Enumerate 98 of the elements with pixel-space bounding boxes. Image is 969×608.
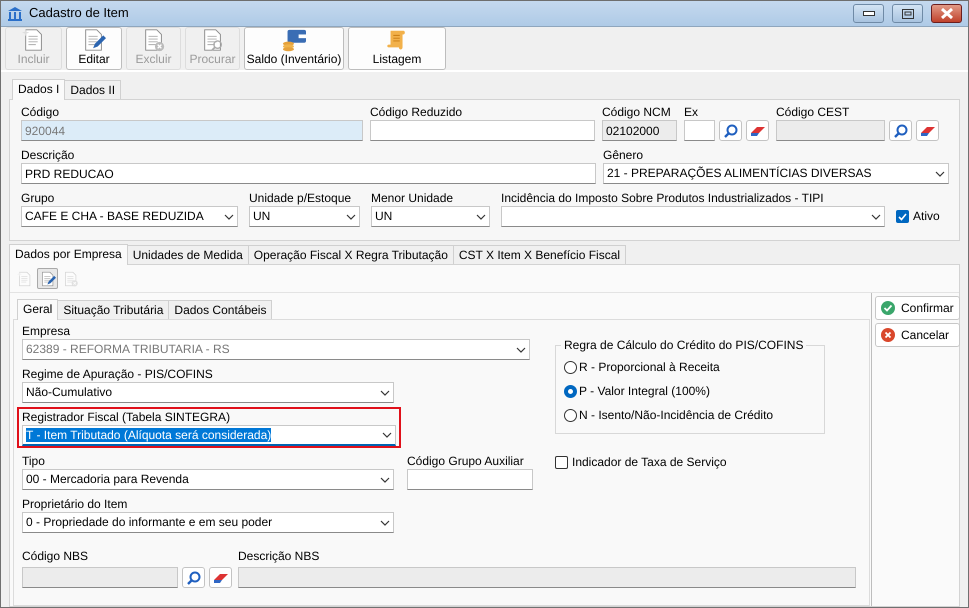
- radio-button[interactable]: [564, 384, 577, 398]
- cancel-button[interactable]: Cancelar: [875, 323, 960, 347]
- chevron-icon: [476, 214, 486, 220]
- input-field[interactable]: [684, 120, 715, 141]
- dropdown[interactable]: UN: [249, 206, 360, 227]
- maximize-button[interactable]: [892, 4, 923, 23]
- close-button[interactable]: [931, 4, 962, 23]
- search-icon: [894, 124, 908, 138]
- dropdown[interactable]: 21 - PREPARAÇÕES ALIMENTÍCIAS DIVERSAS: [603, 163, 949, 184]
- toolbar-button[interactable]: Editar: [66, 27, 122, 70]
- field-label: Registrador Fiscal (Tabela SINTEGRA): [22, 410, 232, 425]
- input-field[interactable]: 02102000: [602, 120, 677, 141]
- new-document-icon: [16, 270, 32, 286]
- eraser-icon: [212, 572, 228, 584]
- field-label: Código CEST: [776, 105, 850, 120]
- field-label: Código Grupo Auxiliar: [407, 454, 525, 469]
- field-label: Gênero: [603, 148, 644, 163]
- chevron-icon: [935, 170, 945, 176]
- chevron-icon: [516, 346, 526, 352]
- dropdown[interactable]: 00 - Mercadoria para Revenda: [22, 469, 394, 490]
- tab[interactable]: Geral: [17, 299, 58, 320]
- eraser-icon: [750, 124, 766, 136]
- search-icon: [724, 124, 738, 138]
- maximize-icon: [902, 8, 914, 18]
- window-title: Cadastro de Item: [29, 5, 130, 22]
- field-label: Código NBS: [22, 549, 90, 565]
- minimize-icon: [862, 11, 874, 16]
- radio-label: R - Proporcional à Receita: [579, 360, 720, 374]
- dropdown[interactable]: 0 - Propriedade do informante e em seu poder: [22, 512, 394, 533]
- x-circle-icon: [881, 328, 895, 342]
- clear-button[interactable]: [746, 120, 769, 141]
- tab[interactable]: Dados Contábeis: [168, 300, 272, 319]
- building-icon: [7, 6, 23, 22]
- toolbar-button[interactable]: Saldo (Inventário): [244, 27, 344, 70]
- tab[interactable]: Dados I: [12, 79, 66, 100]
- field-label: Descrição NBS: [238, 549, 320, 565]
- checkbox[interactable]: [555, 456, 568, 469]
- checkbox[interactable]: [896, 210, 909, 223]
- search-button[interactable]: [719, 120, 742, 141]
- input-field[interactable]: [407, 469, 533, 490]
- edit-document-icon: [40, 270, 56, 286]
- chevron-icon: [380, 520, 390, 526]
- radio-label: P - Valor Integral (100%): [579, 384, 710, 398]
- chevron-icon: [380, 390, 390, 396]
- chevron-icon: [224, 214, 234, 220]
- tab[interactable]: Dados II: [64, 80, 122, 99]
- field-label: Código: [21, 105, 60, 120]
- radio-label: N - Isento/Não-Incidência de Crédito: [579, 408, 774, 422]
- group-title: Regra de Cálculo do Crédito do PIS/COFINS: [563, 339, 804, 351]
- toolbar-button[interactable]: [37, 268, 58, 289]
- close-icon: [940, 8, 954, 19]
- input-field[interactable]: PRD REDUCAO: [21, 163, 596, 184]
- radio-button[interactable]: [564, 408, 577, 422]
- field-label: Código Reduzido: [370, 105, 464, 120]
- search-button[interactable]: [889, 120, 912, 141]
- tab[interactable]: Dados por Empresa: [9, 244, 128, 265]
- input-field[interactable]: [22, 567, 178, 588]
- input-field[interactable]: [776, 120, 885, 141]
- input-field[interactable]: 920044: [21, 120, 363, 141]
- checkbox-label: Indicador de Taxa de Serviço: [572, 455, 727, 470]
- dropdown[interactable]: CAFE E CHA - BASE REDUZIDA: [21, 206, 238, 227]
- chevron-icon: [346, 214, 356, 220]
- tab[interactable]: Operação Fiscal X Regra Tributação: [248, 245, 454, 264]
- dropdown[interactable]: T - Item Tributado (Alíquota será considerada): [22, 425, 396, 446]
- field-label: Código NCM: [602, 105, 672, 120]
- clear-button[interactable]: [209, 567, 232, 588]
- chevron-icon: [380, 476, 390, 482]
- field-label: Menor Unidade: [371, 191, 454, 206]
- toolbar-button[interactable]: Listagem: [348, 27, 446, 70]
- field-label: Grupo: [21, 191, 56, 206]
- delete-document-icon: [62, 270, 78, 286]
- confirm-button[interactable]: Confirmar: [875, 296, 960, 320]
- check-icon: [898, 212, 907, 220]
- chevron-icon: [382, 432, 392, 438]
- input-field[interactable]: [238, 567, 856, 588]
- chevron-icon: [871, 214, 881, 220]
- search-icon: [186, 570, 200, 584]
- tab[interactable]: CST X Item X Benefício Fiscal: [452, 245, 626, 264]
- field-label: Unidade p/Estoque: [249, 191, 352, 206]
- eraser-icon: [920, 124, 936, 136]
- field-label: Incidência do Imposto Sobre Produtos Industrializados - TIPI: [501, 191, 825, 206]
- field-label: Empresa: [22, 324, 72, 339]
- search-button[interactable]: [182, 567, 205, 588]
- dropdown[interactable]: Não-Cumulativo: [22, 382, 394, 403]
- field-label: Ex: [684, 105, 700, 120]
- checkbox-label: Ativo: [913, 209, 940, 224]
- minimize-button[interactable]: [853, 4, 884, 23]
- tab[interactable]: Situação Tributária: [57, 300, 170, 319]
- field-label: Tipo: [22, 454, 46, 469]
- field-label: Regime de Apuração - PIS/COFINS: [22, 367, 214, 382]
- radio-button[interactable]: [564, 360, 577, 374]
- dropdown[interactable]: UN: [371, 206, 490, 227]
- field-label: Proprietário do Item: [22, 497, 128, 512]
- clear-button[interactable]: [916, 120, 939, 141]
- dropdown[interactable]: [501, 206, 885, 227]
- input-field[interactable]: [370, 120, 595, 141]
- field-label: Descrição: [21, 148, 76, 163]
- check-circle-icon: [881, 301, 895, 315]
